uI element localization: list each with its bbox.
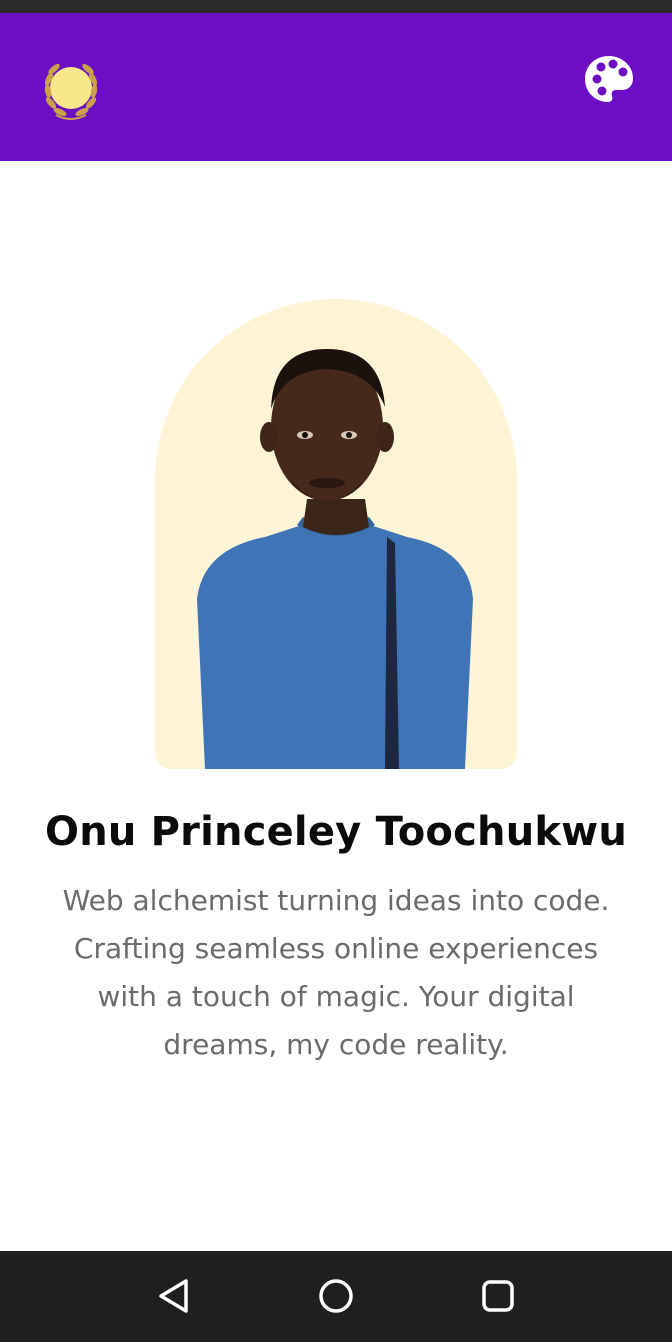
laurel-sun-logo-icon[interactable] (36, 53, 106, 123)
top-app-bar (0, 13, 672, 161)
recents-square-icon[interactable] (473, 1271, 523, 1321)
home-circle-icon[interactable] (311, 1271, 361, 1321)
palette-icon[interactable] (582, 53, 636, 107)
back-triangle-icon[interactable] (149, 1271, 199, 1321)
portrait-photo (155, 299, 517, 769)
profile-bio: Web alchemist turning ideas into code. C… (36, 877, 636, 1069)
bio-line: with a touch of magic. Your digital (97, 980, 575, 1013)
bio-line: dreams, my code reality. (163, 1028, 509, 1061)
status-bar (0, 0, 672, 13)
bio-line: Web alchemist turning ideas into code. (62, 884, 610, 917)
bio-line: Crafting seamless online experiences (73, 932, 599, 965)
profile-name: Onu Princeley Toochukwu (44, 809, 628, 855)
hero-section: Onu Princeley Toochukwu Web alchemist tu… (0, 161, 672, 1251)
system-navigation-bar (0, 1251, 672, 1342)
